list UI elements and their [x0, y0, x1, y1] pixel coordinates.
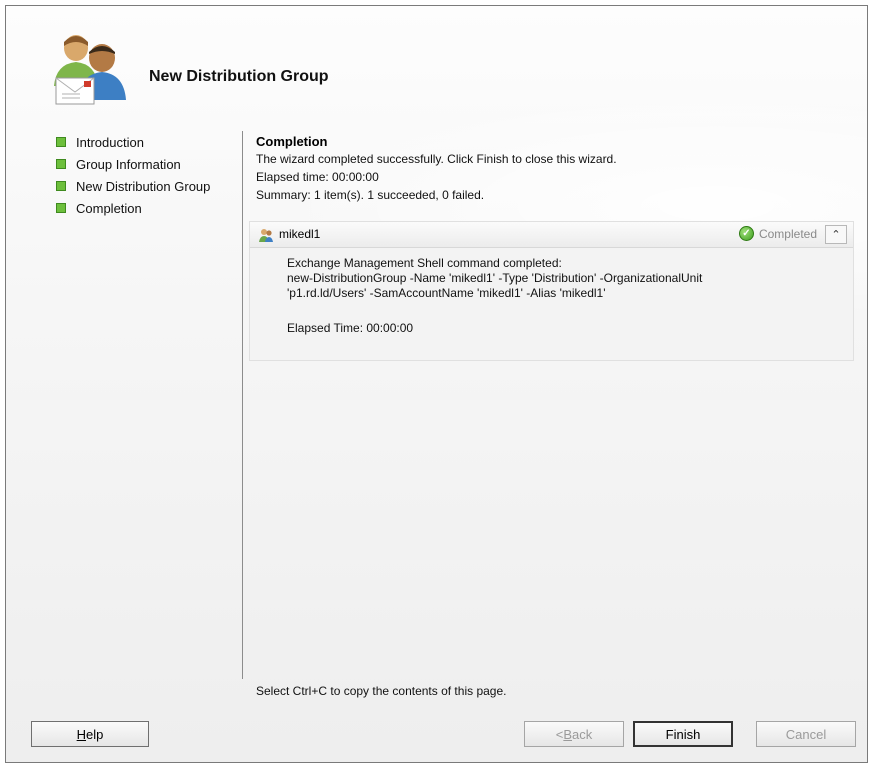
copy-hint: Select Ctrl+C to copy the contents of th… — [256, 684, 507, 698]
details-elapsed: Elapsed Time: 00:00:00 — [287, 321, 414, 335]
completion-message: The wizard completed successfully. Click… — [256, 152, 617, 166]
elapsed-time: Elapsed time: 00:00:00 — [256, 170, 379, 184]
step-new-distribution-group: New Distribution Group — [56, 175, 241, 197]
chevron-up-double-icon: ⌃ — [831, 229, 841, 241]
wizard-steps: Introduction Group Information New Distr… — [56, 131, 241, 219]
step-complete-icon — [56, 203, 66, 213]
user-icon — [259, 229, 273, 242]
step-label: New Distribution Group — [76, 178, 211, 194]
sidebar-divider — [242, 131, 243, 679]
completion-content: Completion The wizard completed successf… — [256, 134, 859, 204]
cancel-button[interactable]: Cancel — [756, 721, 856, 747]
step-label: Introduction — [76, 134, 144, 150]
step-complete-icon — [56, 159, 66, 169]
result-item-header[interactable]: mikedl1 ✓ Completed ⌃ — [250, 222, 853, 248]
wizard-title: New Distribution Group — [149, 68, 329, 85]
step-group-information: Group Information — [56, 153, 241, 175]
step-complete-icon — [56, 181, 66, 191]
step-label: Completion — [76, 200, 142, 216]
details-line: Exchange Management Shell command comple… — [287, 256, 562, 270]
back-button[interactable]: < Back — [524, 721, 624, 747]
wizard-window: New Distribution Group Introduction Grou… — [5, 5, 868, 763]
summary-text: Summary: 1 item(s). 1 succeeded, 0 faile… — [256, 188, 485, 202]
details-line: 'p1.rd.ld/Users' -SamAccountName 'mikedl… — [287, 286, 606, 300]
result-item-panel: mikedl1 ✓ Completed ⌃ Exchange Managemen… — [249, 221, 854, 361]
result-item-details: Exchange Management Shell command comple… — [287, 256, 847, 336]
step-introduction: Introduction — [56, 131, 241, 153]
distribution-group-users-icon — [54, 35, 126, 105]
step-label: Group Information — [76, 156, 181, 172]
finish-button[interactable]: Finish — [633, 721, 733, 747]
status-label: Completed — [758, 226, 817, 241]
item-status: ✓ Completed — [738, 226, 817, 241]
item-name: mikedl1 — [279, 227, 321, 241]
wizard-header: New Distribution Group — [6, 6, 867, 116]
step-complete-icon — [56, 137, 66, 147]
collapse-button[interactable]: ⌃ — [825, 225, 847, 244]
page-title: Completion — [256, 134, 328, 149]
help-button[interactable]: Help — [31, 721, 149, 747]
details-line: new-DistributionGroup -Name 'mikedl1' -T… — [287, 271, 703, 285]
check-icon: ✓ — [738, 226, 754, 241]
step-completion: Completion — [56, 197, 241, 219]
